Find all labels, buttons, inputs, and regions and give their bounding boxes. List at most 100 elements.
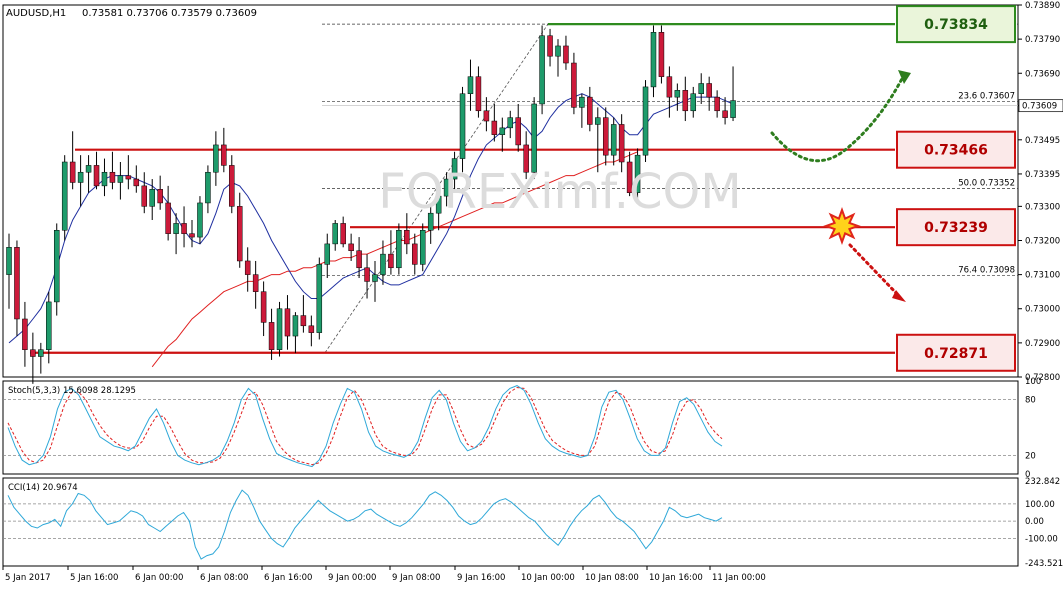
- candle-body: [682, 90, 689, 112]
- price-tick-label: 0.73000: [1025, 305, 1060, 315]
- level-box-label: 0.73466: [924, 143, 988, 159]
- candle-body: [419, 229, 426, 265]
- candle-body: [93, 165, 100, 187]
- candle-body: [372, 274, 378, 282]
- candle-body: [563, 45, 569, 64]
- stoch-tick-label: 80: [1025, 396, 1036, 406]
- price-tick-label: 0.73690: [1025, 69, 1060, 79]
- candle-body: [690, 93, 697, 112]
- candle-body: [348, 243, 354, 251]
- breakout-burst-icon: [823, 207, 861, 245]
- time-tick-label: 10 Jan 00:00: [521, 573, 575, 583]
- candle-body: [276, 308, 283, 350]
- candle-body: [380, 253, 386, 275]
- candle-body: [181, 223, 187, 234]
- chart-ohlc-label: 0.73581 0.73706 0.73579 0.73609: [82, 8, 257, 19]
- cci-tick-label: -243.5213: [1025, 559, 1063, 569]
- fib-level-label: 76.4 0.73098: [958, 265, 1015, 275]
- fib-level-label: 23.6 0.73607: [958, 92, 1015, 102]
- candle-body: [189, 233, 195, 238]
- time-tick-label: 6 Jan 16:00: [264, 573, 312, 583]
- time-tick-label: 10 Jan 16:00: [649, 573, 703, 583]
- candle-body: [499, 127, 506, 135]
- candle-body: [14, 247, 20, 320]
- cci-tick-label: 232.842: [1025, 477, 1060, 487]
- candle-body: [475, 76, 482, 112]
- candle-body: [61, 161, 68, 231]
- level-box-label: 0.72871: [924, 346, 988, 362]
- candle-body: [157, 189, 163, 204]
- price-tick-label: 0.73100: [1025, 271, 1060, 281]
- candle-body: [221, 144, 227, 166]
- candle-body: [284, 308, 291, 337]
- candle-body: [229, 165, 235, 207]
- time-tick-label: 11 Jan 00:00: [712, 573, 766, 583]
- candle-body: [46, 301, 52, 350]
- candle-body: [332, 223, 338, 245]
- candle-body: [141, 185, 148, 207]
- candle-body: [722, 110, 728, 118]
- candle-body: [308, 325, 315, 333]
- price-tick-label: 0.73395: [1025, 170, 1060, 180]
- candle-body: [388, 253, 394, 269]
- candle-body: [602, 117, 609, 156]
- current-price-label: 0.73609: [1022, 102, 1057, 112]
- candle-body: [197, 202, 203, 238]
- candle-body: [539, 35, 545, 105]
- candle-body: [467, 76, 474, 94]
- time-tick-label: 9 Jan 08:00: [392, 573, 440, 583]
- candle-body: [618, 124, 625, 163]
- candle-body: [404, 229, 410, 245]
- candle-body: [714, 96, 720, 112]
- price-tick-label: 0.73200: [1025, 236, 1060, 246]
- candle-body: [109, 171, 116, 183]
- candle-body: [316, 264, 323, 333]
- price-tick-label: 0.73300: [1025, 202, 1060, 212]
- candle-body: [356, 250, 362, 269]
- candle-body: [642, 86, 649, 156]
- candle-body: [101, 171, 108, 187]
- candle-body: [555, 45, 561, 57]
- price-chart-svg: 23.6 0.73607 50.0 0.73352 76.4 0.73098 0.73…: [0, 0, 1063, 588]
- candle-body: [587, 96, 593, 125]
- candle-body: [30, 349, 36, 357]
- candle-body: [268, 322, 275, 350]
- candle-body: [22, 318, 28, 350]
- fib-level-label: 50.0 0.73352: [958, 179, 1015, 189]
- candle-body: [483, 110, 490, 122]
- candle-body: [260, 291, 267, 323]
- time-tick-label: 10 Jan 08:00: [585, 573, 639, 583]
- time-tick-label: 9 Jan 16:00: [457, 573, 505, 583]
- candle-body: [666, 76, 673, 98]
- candle-body: [300, 315, 307, 327]
- chart-background: [0, 0, 1063, 588]
- time-tick-label: 6 Jan 08:00: [200, 573, 248, 583]
- stoch-tick-label: 100: [1025, 377, 1041, 387]
- cci-tick-label: 0.00: [1025, 517, 1044, 527]
- cci-tick-label: -100.00: [1025, 534, 1058, 544]
- cci-tick-label: 100.00: [1025, 500, 1055, 510]
- candle-body: [595, 117, 601, 125]
- chart-root: 23.6 0.73607 50.0 0.73352 76.4 0.73098 0.73…: [0, 0, 1063, 588]
- level-box: 0.72871: [896, 333, 1016, 372]
- candle-body: [579, 96, 585, 108]
- candle-body: [412, 243, 418, 265]
- candle-body: [706, 83, 712, 98]
- candle-body: [53, 229, 60, 303]
- candle-body: [173, 223, 179, 234]
- candle-body: [658, 32, 665, 77]
- candle-body: [292, 315, 299, 337]
- candle-body: [133, 178, 140, 187]
- candle-body: [125, 175, 132, 180]
- price-tick-label: 0.73790: [1025, 35, 1060, 45]
- candle-body: [610, 124, 617, 156]
- candle-body: [531, 103, 537, 173]
- level-box-label: 0.73239: [924, 220, 988, 236]
- candle-body: [77, 171, 84, 183]
- candle-body: [674, 90, 681, 98]
- candle-body: [547, 35, 553, 57]
- candle-body: [730, 100, 736, 118]
- candle-body: [85, 165, 92, 173]
- candle-body: [213, 144, 219, 173]
- candle-body: [149, 189, 155, 207]
